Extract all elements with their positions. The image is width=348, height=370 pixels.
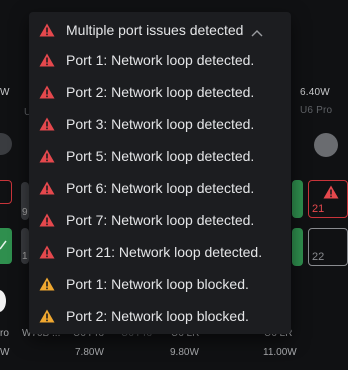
device-name-right: U6 Pro <box>300 105 333 116</box>
device-status-indicator[interactable] <box>314 133 338 157</box>
error-triangle-icon <box>39 23 55 42</box>
port-issue-label: Port 21: Network loop detected. <box>66 244 263 260</box>
power-readout-right: 6.40W <box>300 87 330 98</box>
port-tile-left-2[interactable]: 9 <box>21 182 29 220</box>
error-triangle-icon <box>39 213 55 232</box>
port-issue-item[interactable]: Port 21: Network loop detected. <box>29 237 291 269</box>
port-tile-success-right-2[interactable] <box>292 228 303 266</box>
error-triangle-icon <box>39 149 55 168</box>
port-issue-item[interactable]: Port 1: Network loop detected. <box>29 45 291 77</box>
port-issue-item[interactable]: Port 2: Network loop blocked. <box>29 301 291 333</box>
power-value: W <box>0 347 10 358</box>
error-triangle-icon <box>39 53 55 72</box>
error-triangle-icon <box>39 181 55 200</box>
chevron-up-icon[interactable] <box>251 24 263 42</box>
link-icon <box>0 240 7 250</box>
port-tile-success-left[interactable] <box>0 228 12 264</box>
port-tile-21[interactable]: 21 <box>308 180 348 218</box>
port-issue-label: Port 6: Network loop detected. <box>66 180 255 196</box>
power-value: 9.80W <box>170 347 199 358</box>
port-tile-success-right[interactable] <box>292 180 303 218</box>
port-issue-item[interactable]: Port 7: Network loop detected. <box>29 205 291 237</box>
port-issue-item[interactable]: Port 2: Network loop detected. <box>29 77 291 109</box>
port-tile-left-3[interactable]: 1 <box>21 228 29 264</box>
warning-triangle-icon <box>39 309 55 328</box>
port-issue-label: Port 3: Network loop detected. <box>66 116 255 132</box>
port-issues-title: Multiple port issues detected <box>66 22 244 38</box>
error-triangle-icon <box>323 185 339 199</box>
power-value: 7.80W <box>75 347 104 358</box>
port-issue-label: Port 1: Network loop blocked. <box>66 276 249 292</box>
port-issue-item[interactable]: Port 3: Network loop detected. <box>29 109 291 141</box>
port-issues-dropdown: Multiple port issues detected Port 1: Ne… <box>29 12 291 334</box>
port-issue-label: Port 7: Network loop detected. <box>66 212 255 228</box>
port-tile-22[interactable]: 22 <box>308 228 348 266</box>
port-issue-label: Port 1: Network loop detected. <box>66 52 255 68</box>
power-readout-left: W <box>0 87 10 98</box>
port-tile-error-left[interactable] <box>0 180 12 204</box>
port-issue-label: Port 2: Network loop detected. <box>66 84 255 100</box>
error-triangle-icon <box>39 85 55 104</box>
port-issue-item[interactable]: Port 1: Network loop blocked. <box>29 269 291 301</box>
bottom-label: ro <box>0 328 9 339</box>
port-issue-label: Port 5: Network loop detected. <box>66 148 255 164</box>
uplink-indicator <box>0 290 6 312</box>
error-triangle-icon <box>39 117 55 136</box>
port-issue-item[interactable]: Port 6: Network loop detected. <box>29 173 291 205</box>
port-issue-label: Port 2: Network loop blocked. <box>66 308 249 324</box>
port-issues-toggle[interactable]: Multiple port issues detected <box>29 12 291 48</box>
power-value: 11.00W <box>263 347 297 358</box>
port-issue-item[interactable]: Port 5: Network loop detected. <box>29 141 291 173</box>
error-triangle-icon <box>39 245 55 264</box>
warning-triangle-icon <box>39 277 55 296</box>
device-status-indicator-left[interactable] <box>0 133 12 155</box>
